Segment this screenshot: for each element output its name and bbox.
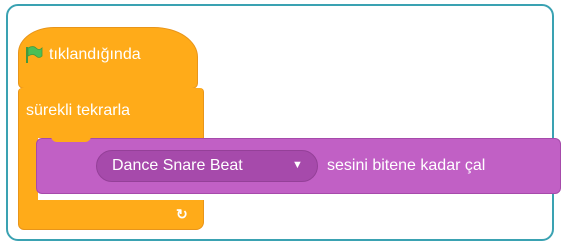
forever-block-label: sürekli tekrarla	[26, 102, 131, 119]
block-notch	[51, 136, 91, 142]
sound-dropdown-value: Dance Snare Beat	[112, 157, 243, 174]
green-flag-icon	[26, 46, 43, 63]
chevron-down-icon: ▼	[292, 159, 303, 171]
loop-arrow-icon: ↻	[176, 206, 188, 222]
forever-block-arm	[18, 136, 38, 208]
play-sound-until-done-label: sesini bitene kadar çal	[327, 157, 486, 174]
when-flag-clicked-label: tıklandığında	[49, 46, 141, 63]
